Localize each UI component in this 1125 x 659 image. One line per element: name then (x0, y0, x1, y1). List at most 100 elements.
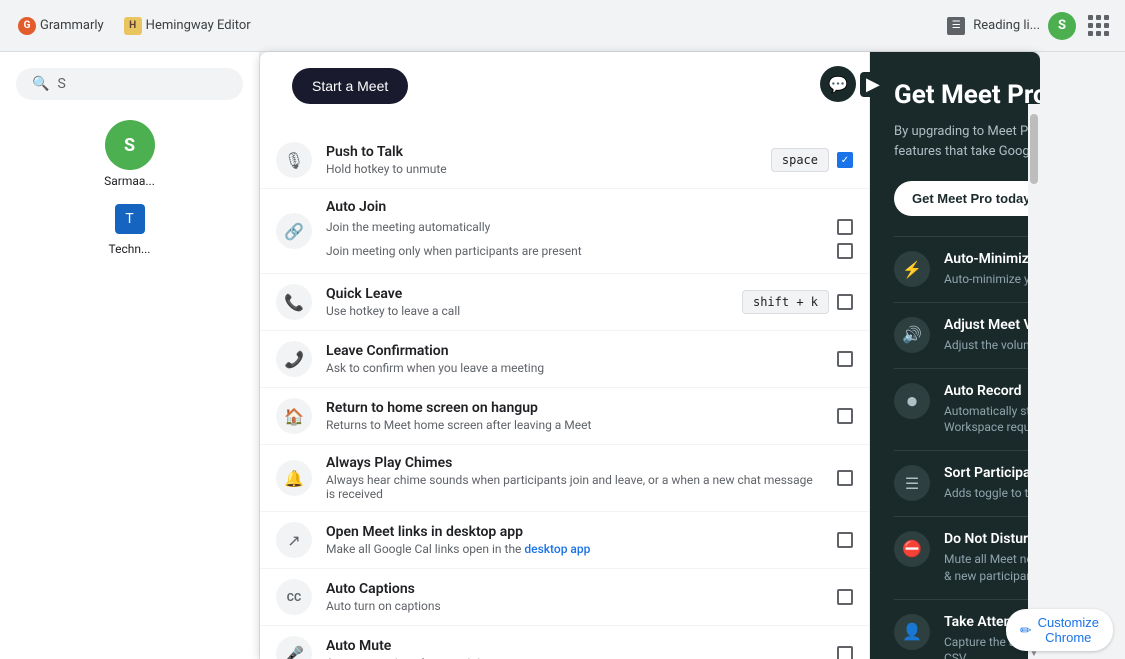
auto-minimize-title: Auto-Minimize video (944, 251, 1040, 267)
auto-mute-control (837, 646, 853, 659)
meet-logo: 💬 (820, 66, 856, 102)
quick-leave-desc: Use hotkey to leave a call (326, 304, 728, 318)
extensions-area: G Grammarly H Hemingway Editor (12, 13, 257, 39)
setting-leave-confirmation: 📞 Leave Confirmation Ask to confirm when… (260, 331, 869, 388)
contact-2[interactable]: T Techn... (16, 204, 243, 256)
contact-2-icon: T (115, 204, 145, 234)
open-links-icon: ↗ (276, 522, 312, 558)
pro-cta-row: Get Meet Pro today → or Activate License (894, 181, 1040, 216)
search-icon: 🔍 (32, 76, 49, 92)
open-links-checkbox[interactable] (837, 532, 853, 548)
adjust-volume-content: Adjust Meet Volume NEW Adjust the volume… (944, 317, 1040, 354)
adjust-volume-desc: Adjust the volume level of the Meet (944, 337, 1040, 354)
contact-1-avatar: S (105, 120, 155, 170)
auto-record-desc: Automatically start recording the Meet (… (944, 403, 1040, 437)
pro-cta-button[interactable]: Get Meet Pro today → (894, 181, 1040, 216)
chimes-icon: 🔔 (276, 460, 312, 496)
search-bar[interactable]: 🔍 S (16, 68, 243, 100)
chimes-content: Always Play Chimes Always hear chime sou… (326, 455, 823, 501)
push-to-talk-title: Push to Talk (326, 144, 757, 160)
right-chrome-area (1040, 52, 1125, 659)
hemingway-extension[interactable]: H Hemingway Editor (118, 13, 257, 39)
profile-avatar[interactable]: S (1048, 12, 1076, 40)
adjust-volume-icon: 🔊 (894, 317, 930, 353)
open-links-control (837, 532, 853, 548)
scrollbar-thumb[interactable] (1030, 114, 1038, 184)
auto-minimize-title-row: Auto-Minimize video NEW (944, 251, 1040, 267)
leave-confirmation-control (837, 351, 853, 367)
auto-mute-content: Auto Mute Auto mute microphone on join (326, 638, 823, 659)
open-links-desc: Make all Google Cal links open in the de… (326, 542, 823, 556)
bottom-bar: ✏ Customize Chrome (1093, 643, 1125, 659)
push-to-talk-desc: Hold hotkey to unmute (326, 162, 757, 176)
adjust-volume-title-row: Adjust Meet Volume NEW (944, 317, 1040, 333)
auto-minimize-icon: ⚡ (894, 251, 930, 287)
auto-record-title: Auto Record (944, 383, 1021, 399)
auto-join-checkbox-2[interactable] (837, 243, 853, 259)
open-links-title: Open Meet links in desktop app (326, 524, 823, 540)
reading-list-icon: ☰ (947, 17, 965, 35)
sort-participants-content: Sort Participant List Adds toggle to the… (944, 465, 1040, 502)
grid-apps-icon[interactable] (1084, 11, 1113, 40)
return-home-checkbox[interactable] (837, 408, 853, 424)
do-not-disturb-title: Do Not Disturb (944, 531, 1036, 547)
chimes-title: Always Play Chimes (326, 455, 823, 471)
quick-leave-control: shift + k (742, 290, 853, 314)
pro-panel: Get Meet Pro ⚡ By upgrading to Meet Pro … (870, 52, 1040, 659)
contact-1[interactable]: S Sarmaa... (16, 120, 243, 188)
leave-confirmation-checkbox[interactable] (837, 351, 853, 367)
auto-mute-title: Auto Mute (326, 638, 823, 654)
scrollbar-track[interactable]: ▼ (1028, 104, 1040, 659)
auto-captions-desc: Auto turn on captions (326, 599, 823, 613)
return-home-title: Return to home screen on hangup (326, 400, 823, 416)
contact-2-label: Techn... (109, 242, 151, 256)
push-to-talk-content: Push to Talk Hold hotkey to unmute (326, 144, 757, 176)
grammarly-icon: G (18, 17, 36, 35)
setting-push-to-talk: 🎙 Push to Talk Hold hotkey to unmute spa… (260, 132, 869, 189)
return-home-control (837, 408, 853, 424)
customize-chrome-button[interactable]: ✏ Customize Chrome (1006, 609, 1113, 651)
quick-leave-title: Quick Leave (326, 286, 728, 302)
return-home-icon: 🏠 (276, 398, 312, 434)
do-not-disturb-title-row: Do Not Disturb (944, 531, 1040, 547)
setting-quick-leave: 📞 Quick Leave Use hotkey to leave a call… (260, 274, 869, 331)
setting-chimes: 🔔 Always Play Chimes Always hear chime s… (260, 445, 869, 512)
meet-play-icon: ▶ (860, 72, 886, 97)
setting-auto-join: 🔗 Auto Join Join the meeting automatical… (260, 189, 869, 274)
chimes-checkbox[interactable] (837, 470, 853, 486)
main-area: 🔍 S S Sarmaa... T Techn... Start a Meet … (0, 52, 1125, 659)
search-label: S (57, 76, 65, 92)
auto-mute-checkbox[interactable] (837, 646, 853, 659)
auto-join-title: Auto Join (326, 199, 853, 215)
return-home-desc: Returns to Meet home screen after leavin… (326, 418, 823, 432)
open-links-content: Open Meet links in desktop app Make all … (326, 524, 823, 556)
sort-participants-desc: Adds toggle to the participant list to s… (944, 485, 1040, 502)
push-to-talk-checkbox[interactable] (837, 152, 853, 168)
adjust-volume-title: Adjust Meet Volume (944, 317, 1040, 333)
auto-join-checkbox-1[interactable] (837, 219, 853, 235)
push-to-talk-icon: 🎙 (276, 142, 312, 178)
leave-confirmation-desc: Ask to confirm when you leave a meeting (326, 361, 823, 375)
hemingway-icon: H (124, 17, 142, 35)
sort-participants-title-row: Sort Participant List (944, 465, 1040, 481)
pro-title: Get Meet Pro ⚡ (894, 80, 1040, 110)
auto-captions-icon: CC (276, 579, 312, 615)
hemingway-label: Hemingway Editor (146, 18, 251, 33)
pro-subtitle: By upgrading to Meet Pro you get access … (894, 122, 1040, 161)
grammarly-extension[interactable]: G Grammarly (12, 13, 110, 39)
quick-leave-checkbox[interactable] (837, 294, 853, 310)
do-not-disturb-desc: Mute all Meet notification sounds, hide … (944, 551, 1040, 585)
setting-return-home: 🏠 Return to home screen on hangup Return… (260, 388, 869, 445)
auto-captions-checkbox[interactable] (837, 589, 853, 605)
feature-do-not-disturb: ⛔ Do Not Disturb Mute all Meet notificat… (894, 516, 1040, 599)
do-not-disturb-content: Do Not Disturb Mute all Meet notificatio… (944, 531, 1040, 585)
left-sidebar: 🔍 S S Sarmaa... T Techn... (0, 52, 260, 659)
push-to-talk-control: space (771, 148, 853, 172)
browser-bar: G Grammarly H Hemingway Editor ☰ Reading… (0, 0, 1125, 52)
start-meet-button[interactable]: Start a Meet (292, 68, 408, 104)
auto-minimize-content: Auto-Minimize video NEW Auto-minimize yo… (944, 251, 1040, 288)
reading-list-label[interactable]: Reading li... (973, 18, 1040, 33)
customize-chrome-pencil-icon: ✏ (1020, 622, 1032, 639)
meet-logo-area: 💬 ▶ (820, 66, 886, 102)
desktop-app-link[interactable]: desktop app (524, 542, 590, 556)
